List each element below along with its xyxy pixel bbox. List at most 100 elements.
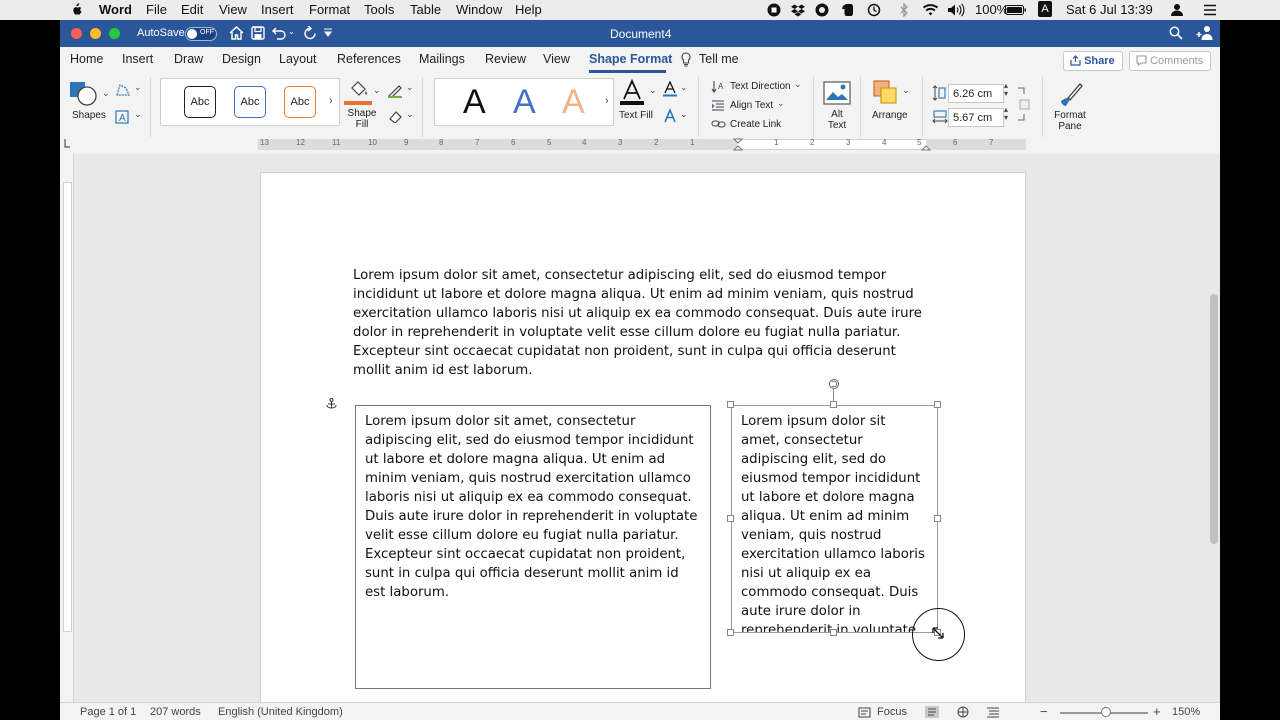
apple-icon[interactable] — [69, 3, 83, 17]
document-page[interactable]: Lorem ipsum dolor sit amet, consectetur … — [260, 172, 1026, 702]
create-link-icon[interactable] — [711, 118, 726, 130]
horizontal-ruler[interactable]: 13 12 11 10 9 8 7 6 5 4 3 2 1 1 2 3 4 5 6 7 — [60, 137, 1220, 151]
tell-me-search[interactable]: Tell me — [699, 52, 739, 66]
align-text-icon[interactable] — [711, 99, 725, 113]
text-direction-icon[interactable]: A — [711, 80, 725, 94]
text-effects-chevron-icon[interactable]: ⌄ — [680, 109, 688, 120]
lock-aspect-ratio-icon[interactable] — [1016, 86, 1030, 122]
menu-format[interactable]: Format — [309, 2, 350, 17]
text-outline-chevron-icon[interactable]: ⌄ — [680, 82, 688, 93]
menu-edit[interactable]: Edit — [181, 2, 203, 17]
share-people-icon[interactable] — [1196, 25, 1213, 41]
tab-selector-icon[interactable] — [63, 138, 71, 148]
tab-insert[interactable]: Insert — [122, 52, 153, 66]
autosave-toggle[interactable]: OFF — [185, 27, 217, 41]
focus-mode-icon[interactable] — [858, 707, 871, 718]
format-pane-icon[interactable] — [1056, 79, 1084, 107]
record-stop-icon[interactable] — [767, 3, 781, 17]
height-stepper[interactable]: ▴ ▾ — [1004, 82, 1008, 98]
bluetooth-icon[interactable] — [897, 3, 911, 17]
arrange-icon[interactable] — [872, 79, 898, 105]
tab-layout[interactable]: Layout — [279, 52, 317, 66]
draw-text-box-icon[interactable]: A — [115, 110, 130, 124]
wordart-style-black[interactable]: A — [463, 83, 486, 122]
evernote-icon[interactable] — [840, 3, 854, 17]
paint-bucket-icon[interactable] — [347, 79, 373, 101]
menu-view[interactable]: View — [219, 2, 247, 17]
zoom-percentage[interactable]: 150% — [1172, 706, 1200, 718]
search-icon[interactable] — [1169, 26, 1183, 40]
shapes-dropdown-chevron-icon[interactable]: ⌄ — [102, 88, 110, 99]
edit-shape-icon[interactable] — [115, 83, 131, 97]
word-count[interactable]: 207 words — [150, 706, 201, 718]
shape-height-input[interactable]: 6.26 cm — [948, 84, 1004, 103]
home-icon[interactable] — [229, 26, 244, 40]
tab-design[interactable]: Design — [222, 52, 261, 66]
create-link-label[interactable]: Create Link — [730, 119, 781, 130]
text-box-left[interactable]: Lorem ipsum dolor sit amet, consectetur … — [355, 405, 711, 689]
indent-marker-icon[interactable] — [733, 138, 743, 151]
menu-table[interactable]: Table — [410, 2, 441, 17]
wifi-icon[interactable] — [922, 3, 939, 17]
minimize-window-button[interactable] — [90, 28, 101, 39]
shape-style-3[interactable]: Abc — [284, 86, 316, 118]
tab-mailings[interactable]: Mailings — [419, 52, 465, 66]
text-fill-icon[interactable] — [620, 79, 644, 105]
input-source-indicator[interactable]: A — [1038, 1, 1052, 17]
tab-references[interactable]: References — [337, 52, 401, 66]
menu-app-name[interactable]: Word — [99, 2, 132, 17]
wordart-style-blue[interactable]: A — [513, 83, 536, 122]
web-layout-view-icon[interactable] — [956, 706, 970, 718]
tab-view[interactable]: View — [543, 52, 570, 66]
shape-outline-icon[interactable] — [387, 82, 403, 98]
rotate-handle-icon[interactable] — [828, 378, 840, 390]
undo-dropdown-chevron-icon[interactable]: ⌄ — [288, 27, 295, 36]
body-paragraph[interactable]: Lorem ipsum dolor sit amet, consectetur … — [353, 266, 933, 380]
resize-handle-s[interactable] — [830, 629, 837, 636]
arrange-label[interactable]: Arrange — [872, 110, 908, 121]
zoom-window-button[interactable] — [109, 28, 120, 39]
volume-icon[interactable] — [947, 3, 965, 17]
menu-datetime[interactable]: Sat 6 Jul 13:39 — [1066, 2, 1153, 17]
user-icon[interactable] — [1170, 3, 1184, 17]
styles-more-arrow-icon[interactable]: › — [329, 95, 333, 107]
format-pane-label[interactable]: Format Pane — [1050, 110, 1090, 132]
menu-help[interactable]: Help — [515, 2, 542, 17]
redo-icon[interactable] — [303, 26, 317, 40]
shape-fill-label[interactable]: Shape Fill — [345, 108, 379, 130]
resize-handle-ne[interactable] — [934, 401, 941, 408]
text-direction-chevron-icon[interactable]: ⌄ — [794, 79, 802, 90]
shapes-icon[interactable] — [69, 81, 99, 107]
battery-icon[interactable] — [1005, 3, 1027, 17]
shape-outline-chevron-icon[interactable]: ⌄ — [406, 82, 414, 93]
right-indent-marker-icon[interactable] — [921, 145, 931, 151]
wordart-more-arrow-icon[interactable]: › — [605, 95, 609, 107]
align-text-chevron-icon[interactable]: ⌄ — [777, 98, 785, 109]
vertical-ruler[interactable] — [60, 154, 74, 702]
notification-center-icon[interactable] — [1203, 3, 1217, 17]
comments-button[interactable]: Comments — [1129, 51, 1211, 71]
menu-tools[interactable]: Tools — [364, 2, 394, 17]
dropbox-icon[interactable] — [791, 3, 805, 17]
zoom-in-button[interactable]: + — [1153, 704, 1161, 719]
language-indicator[interactable]: English (United Kingdom) — [218, 706, 343, 718]
wordart-style-orange[interactable]: A — [562, 83, 585, 122]
width-stepper[interactable]: ▴ ▾ — [1004, 106, 1008, 122]
text-outline-icon[interactable] — [663, 81, 677, 97]
resize-handle-n[interactable] — [830, 401, 837, 408]
tab-draw[interactable]: Draw — [174, 52, 203, 66]
shape-effects-icon[interactable] — [387, 109, 403, 123]
outline-view-icon[interactable] — [986, 706, 1000, 718]
vertical-scrollbar[interactable] — [1210, 294, 1218, 544]
time-machine-icon[interactable] — [867, 3, 881, 17]
resize-handle-e[interactable] — [934, 515, 941, 522]
menu-insert[interactable]: Insert — [261, 2, 294, 17]
shape-fill-chevron-icon[interactable]: ⌄ — [373, 85, 381, 96]
edit-shape-chevron-icon[interactable]: ⌄ — [134, 82, 142, 93]
zoom-slider-thumb[interactable] — [1101, 707, 1111, 717]
menu-file[interactable]: File — [146, 2, 167, 17]
shape-effects-chevron-icon[interactable]: ⌄ — [406, 109, 414, 120]
text-box-right-selected[interactable]: Lorem ipsum dolor sit amet, consectetur … — [731, 405, 938, 633]
close-window-button[interactable] — [71, 28, 82, 39]
alt-text-label[interactable]: Alt Text — [825, 109, 849, 131]
